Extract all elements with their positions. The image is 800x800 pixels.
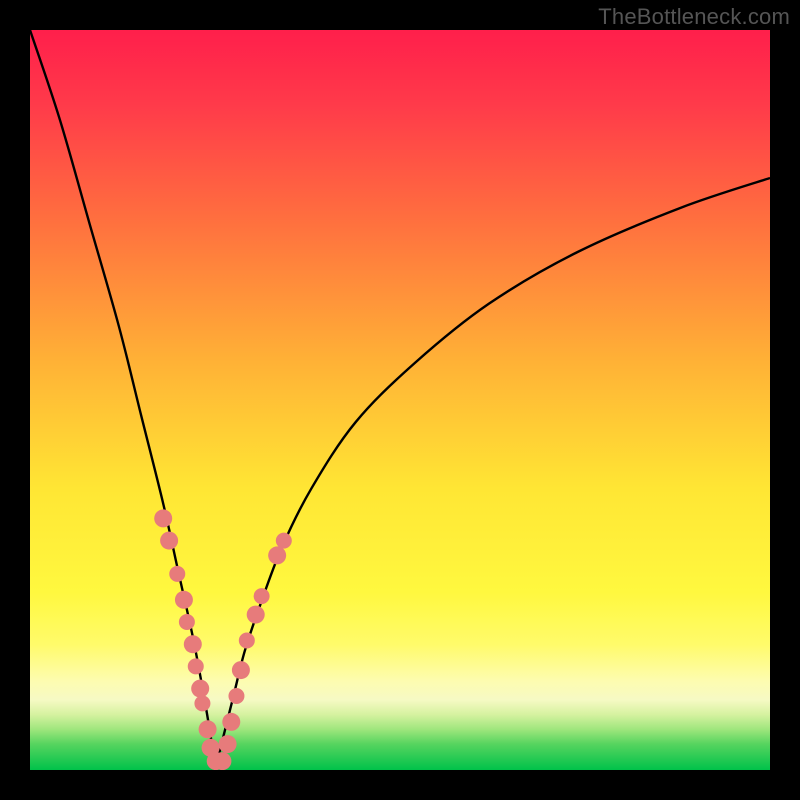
data-dot [188,658,204,674]
data-dot [169,566,185,582]
data-dot [222,713,240,731]
data-dot [175,591,193,609]
data-dot [154,509,172,527]
curve-path [30,30,770,770]
data-dot [247,606,265,624]
data-dots [154,509,292,770]
data-dot [268,546,286,564]
data-dot [254,588,270,604]
data-dot [228,688,244,704]
data-dot [194,695,210,711]
data-dot [160,532,178,550]
data-dot [219,735,237,753]
data-dot [213,752,231,770]
watermark-text: TheBottleneck.com [598,4,790,30]
data-dot [232,661,250,679]
data-dot [199,720,217,738]
data-dot [239,633,255,649]
data-dot [184,635,202,653]
chart-frame: TheBottleneck.com [0,0,800,800]
plot-area [30,30,770,770]
data-dot [179,614,195,630]
data-dot [191,680,209,698]
bottleneck-curve [30,30,770,770]
data-dot [276,533,292,549]
